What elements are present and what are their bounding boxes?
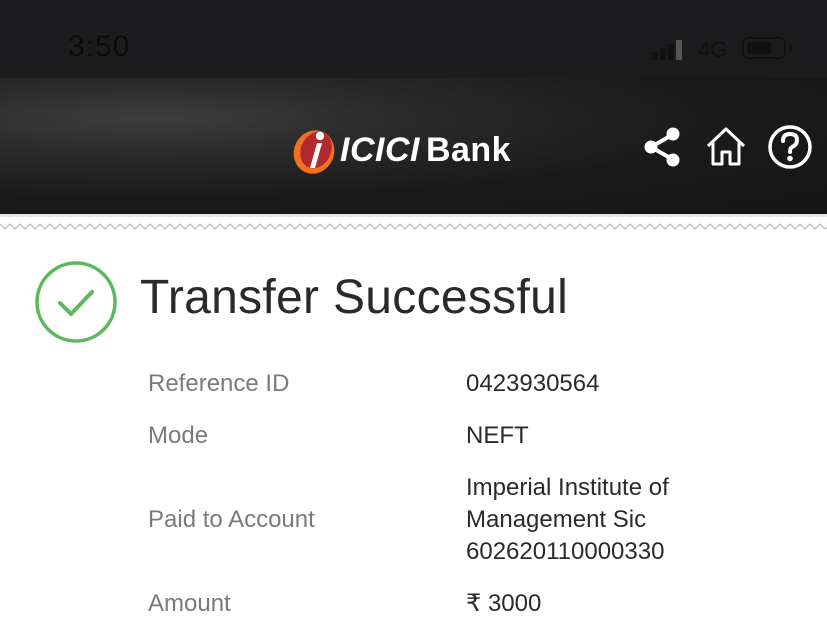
logo-icici-text: ICICI xyxy=(340,130,420,169)
success-check-icon xyxy=(35,261,117,343)
zigzag-divider xyxy=(0,214,827,230)
payee-account-number: 602620110000330 xyxy=(466,538,665,565)
network-type: 4G xyxy=(698,37,728,62)
status-time: 3:50 xyxy=(68,30,131,63)
signal-strength-icon xyxy=(652,38,686,60)
header-actions xyxy=(639,124,813,170)
payee-name-line1: Imperial Institute of xyxy=(466,474,669,501)
share-icon[interactable] xyxy=(639,124,685,170)
paid-to-account-value: Imperial Institute of Management Sic 602… xyxy=(466,472,669,568)
help-icon[interactable] xyxy=(767,124,813,170)
logo-wordmark: ICICI Bank xyxy=(340,131,511,170)
reference-id-label: Reference ID xyxy=(148,370,290,397)
battery-icon xyxy=(742,37,786,59)
bank-logo: ICICI Bank xyxy=(290,120,511,180)
mode-label: Mode xyxy=(148,422,209,449)
battery-nub xyxy=(789,44,792,52)
home-icon[interactable] xyxy=(703,124,749,170)
amount-label: Amount xyxy=(148,590,231,617)
reference-id-value: 0423930564 xyxy=(466,370,600,397)
app-header: ICICI Bank xyxy=(0,78,827,214)
logo-bank-text: Bank xyxy=(425,130,512,169)
status-bar: 3:50 4G xyxy=(0,0,827,78)
payee-name-line2: Management Sic xyxy=(466,506,647,533)
amount-value: ₹ 3000 xyxy=(466,590,542,617)
page-title: Transfer Successful xyxy=(140,271,569,324)
icici-logo-icon xyxy=(293,130,335,174)
mode-value: NEFT xyxy=(466,422,529,449)
paid-to-account-label: Paid to Account xyxy=(148,506,315,533)
